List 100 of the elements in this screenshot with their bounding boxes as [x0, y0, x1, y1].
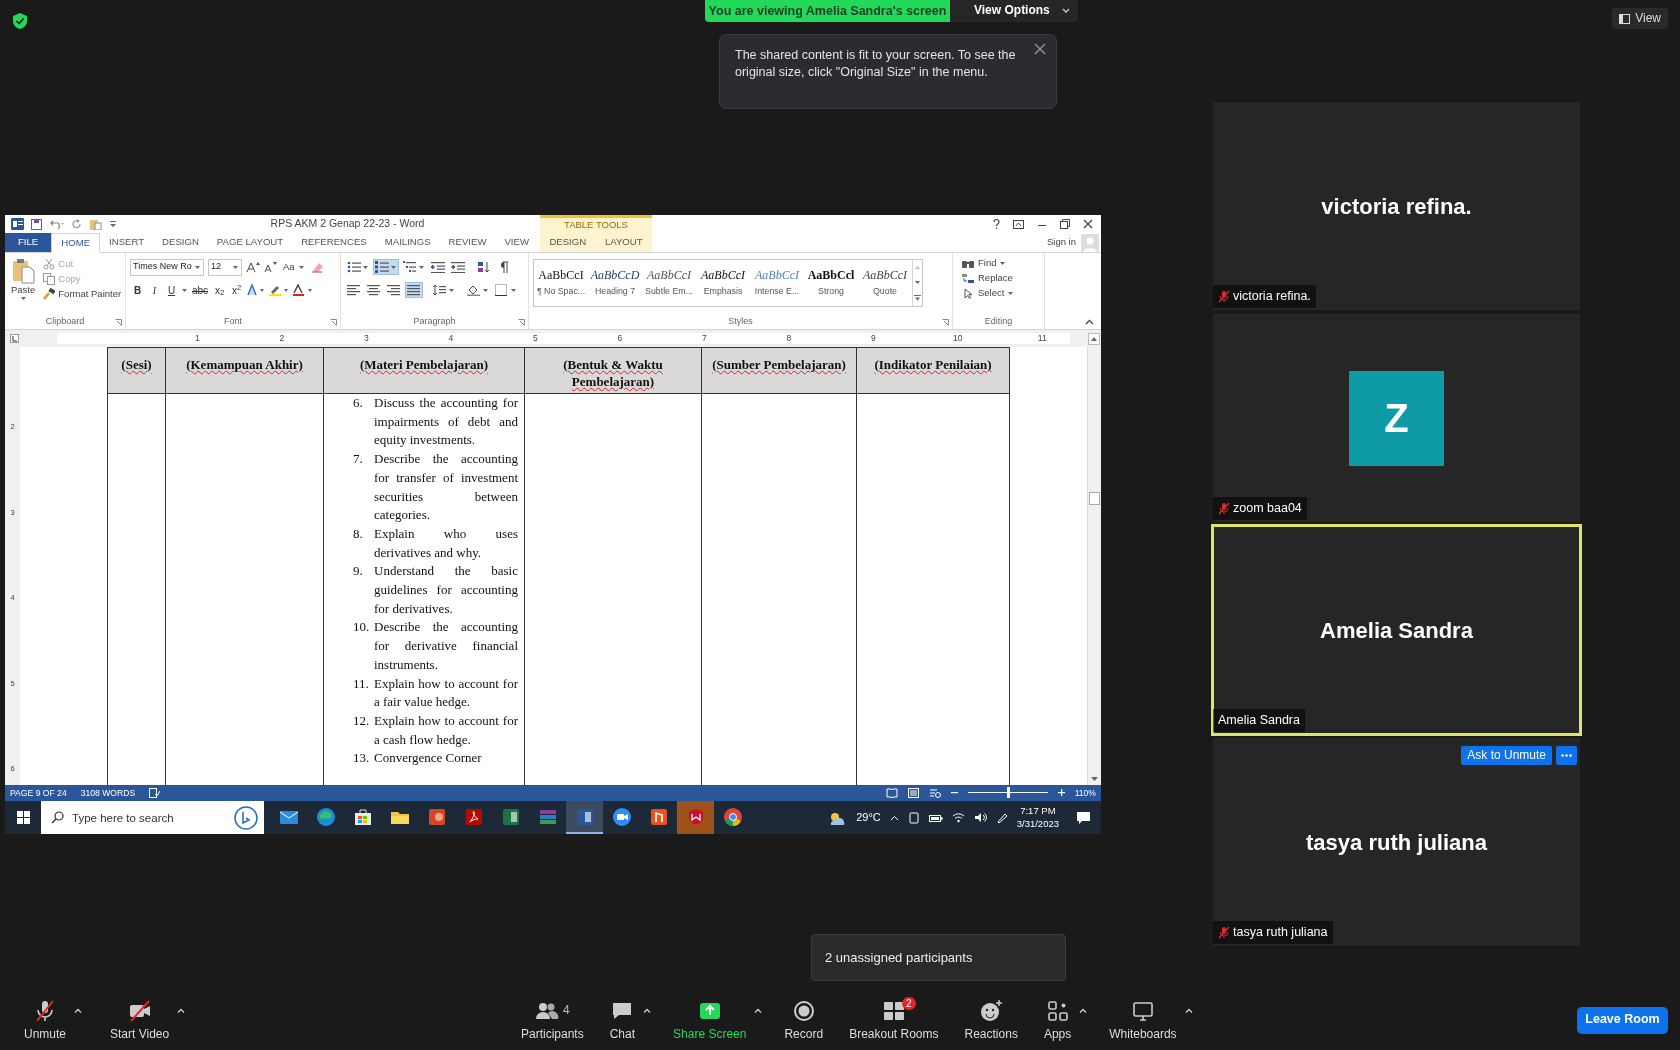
ribbon-tab[interactable]: REFERENCES — [292, 233, 376, 252]
redo-icon[interactable] — [72, 219, 82, 229]
toolbar-button[interactable]: Chat — [603, 994, 642, 1046]
toolbar-button[interactable]: Start Video — [104, 994, 176, 1046]
pen-icon[interactable] — [995, 811, 1008, 824]
close-icon[interactable] — [1034, 43, 1046, 55]
dialog-launcher-icon[interactable] — [942, 319, 949, 326]
paste-button[interactable]: Paste — [9, 257, 38, 315]
find-button[interactable]: Find — [959, 257, 1017, 270]
clipboard-action[interactable]: Format Painter — [41, 287, 124, 301]
toolbar-button[interactable]: Record — [778, 994, 830, 1046]
caret-icon[interactable] — [232, 264, 239, 270]
clear-formatting-icon[interactable] — [310, 261, 324, 273]
read-mode-icon[interactable] — [885, 788, 898, 798]
toolbar-button[interactable]: 4 Participants — [515, 994, 590, 1046]
increase-indent-icon[interactable] — [451, 261, 465, 273]
zoom-slider-thumb[interactable] — [1006, 787, 1010, 799]
format-button[interactable]: I — [147, 284, 162, 296]
ribbon-tab[interactable]: HOME — [51, 233, 101, 253]
caret-icon[interactable] — [999, 261, 1007, 266]
format-button[interactable]: x$^{2}$ — [229, 284, 244, 296]
customize-icon[interactable] — [110, 221, 116, 227]
bullet-list-icon[interactable] — [347, 261, 361, 273]
paint-bucket-icon[interactable] — [467, 284, 481, 296]
ribbon-tab[interactable]: MAILINGS — [375, 233, 440, 252]
line-spacing-icon[interactable] — [433, 284, 447, 296]
sort-icon[interactable] — [477, 261, 491, 273]
multilevel-list-icon[interactable] — [403, 261, 417, 273]
toolbar-button[interactable]: Reactions — [958, 994, 1024, 1046]
style-option[interactable]: AaBbCcI Quote — [858, 260, 912, 306]
caret-icon[interactable] — [297, 264, 305, 270]
caret-icon[interactable] — [19, 296, 27, 302]
wifi-icon[interactable] — [951, 812, 965, 823]
caret-icon[interactable] — [390, 264, 397, 270]
align-right-icon[interactable] — [387, 284, 401, 296]
ribbon-tab[interactable]: DESIGN — [540, 233, 596, 252]
dialog-launcher-icon[interactable] — [518, 319, 525, 326]
dialog-launcher-icon[interactable] — [330, 319, 337, 326]
proofing-icon[interactable] — [149, 788, 161, 798]
numbered-list-icon[interactable] — [375, 261, 389, 273]
borders-icon[interactable] — [495, 284, 509, 296]
save-icon[interactable] — [31, 218, 42, 230]
font-name-field[interactable]: Times New Ro — [130, 258, 204, 276]
format-button[interactable]: x$_{2}$ — [212, 284, 227, 296]
caret-icon[interactable] — [418, 264, 425, 270]
style-option[interactable]: AaBbCcI Subtle Em... — [642, 260, 696, 306]
ribbon-display-icon[interactable] — [1013, 219, 1024, 229]
bing-chat-icon[interactable] — [234, 805, 258, 830]
style-option[interactable]: AaBbCcI ¶ No Spac... — [534, 260, 588, 306]
justify-icon[interactable] — [407, 284, 421, 296]
caret-icon[interactable] — [181, 287, 188, 293]
ribbon-tab[interactable]: LAYOUT — [595, 233, 652, 252]
web-layout-icon[interactable] — [928, 788, 941, 798]
search-box[interactable]: Type here to search — [41, 801, 264, 834]
change-case-button[interactable]: Aa — [281, 260, 307, 274]
sign-in-link[interactable]: Sign in — [1046, 237, 1076, 248]
ribbon-tab[interactable]: FILE — [5, 233, 52, 252]
clipboard-icon[interactable] — [89, 218, 103, 230]
more-options-button[interactable] — [1556, 746, 1577, 765]
scroll-down-icon[interactable] — [914, 280, 921, 285]
battery-icon[interactable] — [928, 812, 943, 823]
replace-button[interactable]: Replace — [959, 272, 1017, 285]
show-hidden-icons-icon[interactable] — [889, 814, 899, 821]
scroll-up-icon[interactable] — [1088, 332, 1100, 345]
view-options-button[interactable]: View Options — [950, 0, 1078, 22]
taskbar-search-field[interactable]: Type here to search — [72, 806, 222, 829]
style-option[interactable]: AaBbCcI Emphasis — [696, 260, 750, 306]
help-icon[interactable] — [993, 219, 1000, 229]
select-button[interactable]: Select — [959, 287, 1017, 300]
font-color-icon[interactable] — [292, 284, 314, 296]
caret-icon[interactable] — [194, 264, 201, 270]
font-size-field[interactable]: 12 — [208, 258, 242, 276]
toolbar-button[interactable]: Share Screen — [667, 994, 753, 1046]
print-layout-icon[interactable] — [907, 788, 919, 798]
close-icon[interactable] — [1083, 219, 1093, 229]
caret-icon[interactable] — [448, 287, 455, 293]
leave-room-button[interactable]: Leave Room — [1577, 1006, 1668, 1034]
undo-icon[interactable] — [49, 219, 65, 229]
more-styles-icon[interactable] — [914, 295, 921, 301]
highlight-icon[interactable] — [268, 284, 290, 296]
scroll-thumb[interactable] — [1089, 492, 1100, 505]
restore-icon[interactable] — [1060, 219, 1070, 229]
tab-selector-icon[interactable] — [10, 334, 19, 343]
view-button[interactable]: View — [1612, 8, 1668, 30]
toolbar-button[interactable]: Whiteboards — [1103, 994, 1183, 1046]
scroll-down-icon[interactable] — [1090, 776, 1099, 783]
style-option[interactable]: AaBbCcI Intense E... — [750, 260, 804, 306]
toolbar-button[interactable]: Apps — [1037, 994, 1078, 1046]
format-button[interactable]: U — [164, 284, 179, 296]
align-center-icon[interactable] — [367, 284, 381, 296]
text-effects-icon[interactable] — [246, 284, 266, 296]
grow-font-icon[interactable] — [246, 261, 260, 273]
toolbar-button[interactable]: 2 Breakout Rooms — [843, 994, 945, 1046]
ribbon-tab[interactable]: PAGE LAYOUT — [207, 233, 293, 252]
caret-icon[interactable] — [1007, 291, 1015, 296]
style-option[interactable]: AaBbCcD Heading 7 — [588, 260, 642, 306]
ribbon-tab[interactable]: INSERT — [100, 233, 154, 252]
collapse-ribbon-icon[interactable] — [1085, 319, 1094, 325]
windows-start-icon[interactable] — [16, 811, 30, 824]
ribbon-tab[interactable]: VIEW — [495, 233, 538, 252]
